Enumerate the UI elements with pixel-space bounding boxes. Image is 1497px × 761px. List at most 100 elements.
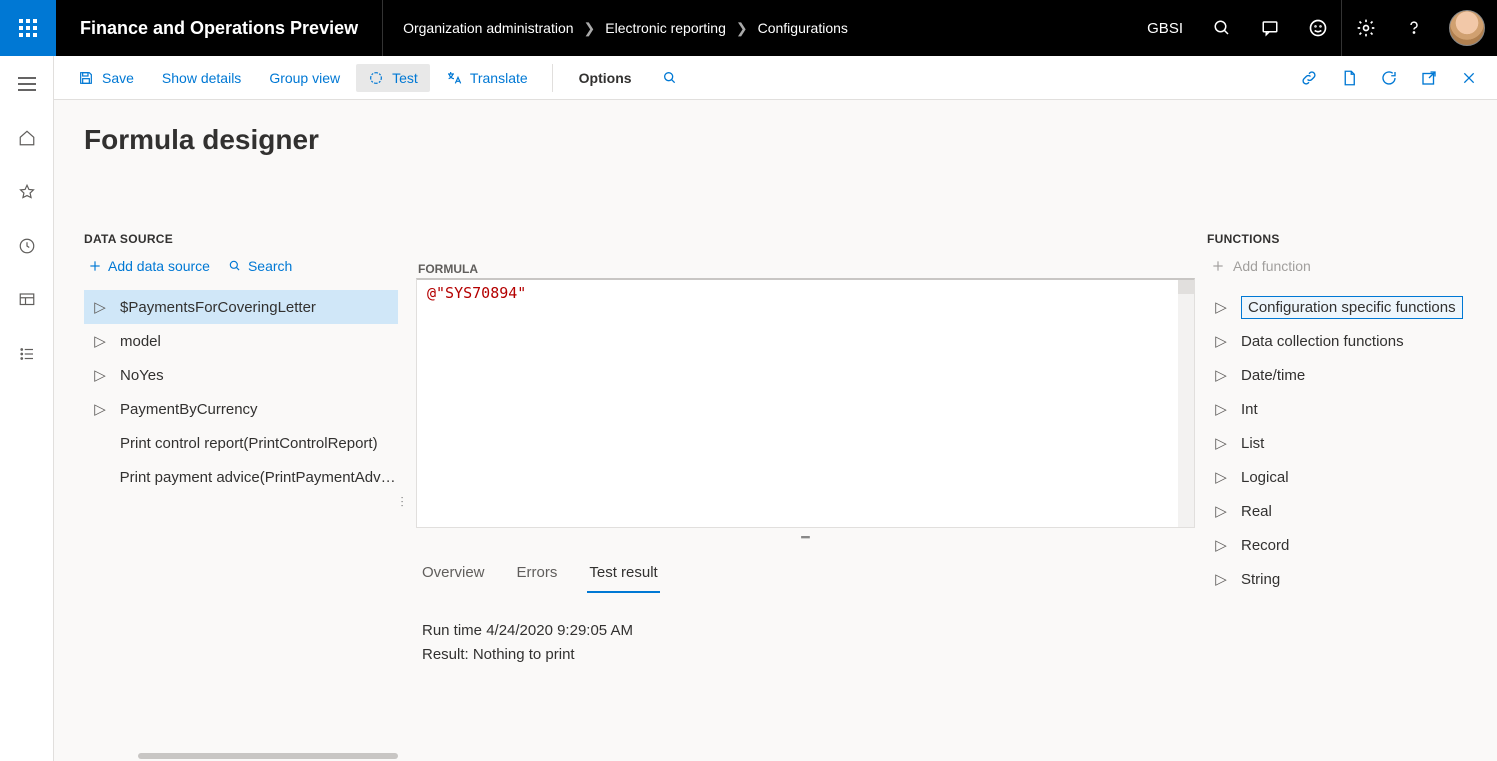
- top-navbar: Finance and Operations Preview Organizat…: [0, 0, 1497, 56]
- caret-right-icon[interactable]: ▷: [1213, 570, 1229, 588]
- options-button[interactable]: Options: [565, 64, 646, 92]
- scrollbar-thumb[interactable]: [138, 753, 398, 759]
- user-avatar[interactable]: [1449, 10, 1485, 46]
- waffle-launcher[interactable]: [0, 0, 56, 56]
- result-runtime: Run time 4/24/2020 9:29:05 AM: [422, 619, 1189, 643]
- rail-hamburger[interactable]: [11, 68, 43, 100]
- tree-item-label: Print payment advice(PrintPaymentAdvice): [120, 469, 398, 486]
- tree-item[interactable]: ▷ Print payment advice(PrintPaymentAdvic…: [84, 460, 398, 494]
- search-icon: [228, 259, 242, 273]
- toolbar-search-button[interactable]: [650, 64, 690, 92]
- search-datasource-button[interactable]: Search: [228, 258, 292, 274]
- messages-button[interactable]: [1245, 0, 1293, 56]
- function-category-label: Real: [1241, 503, 1272, 520]
- left-rail: [0, 56, 54, 761]
- formula-label: FORMULA: [418, 262, 1195, 276]
- rail-home[interactable]: [11, 122, 43, 154]
- tree-item[interactable]: ▷ $PaymentsForCoveringLetter: [84, 290, 398, 324]
- breadcrumb-item[interactable]: Electronic reporting: [605, 20, 726, 36]
- function-category[interactable]: ▷ Date/time: [1207, 358, 1479, 392]
- rail-workspaces[interactable]: [11, 284, 43, 316]
- refresh-dashed-icon: [368, 70, 384, 86]
- tree-item[interactable]: ▷ PaymentByCurrency: [84, 392, 398, 426]
- rail-modules[interactable]: [11, 338, 43, 370]
- tree-item[interactable]: ▷ Print control report(PrintControlRepor…: [84, 426, 398, 460]
- rail-recent[interactable]: [11, 230, 43, 262]
- app-title: Finance and Operations Preview: [56, 0, 383, 56]
- breadcrumb-item[interactable]: Organization administration: [403, 20, 573, 36]
- caret-right-icon[interactable]: ▷: [1213, 332, 1229, 350]
- feedback-button[interactable]: [1293, 0, 1341, 56]
- function-category[interactable]: ▷ Real: [1207, 494, 1479, 528]
- caret-right-icon[interactable]: ▷: [1213, 298, 1229, 316]
- tree-item-label: $PaymentsForCoveringLetter: [120, 299, 316, 316]
- help-button[interactable]: [1389, 0, 1437, 56]
- refresh-button[interactable]: [1373, 62, 1405, 94]
- caret-right-icon[interactable]: ▷: [1213, 502, 1229, 520]
- tab-overview[interactable]: Overview: [420, 558, 487, 593]
- rail-favorites[interactable]: [11, 176, 43, 208]
- caret-right-icon[interactable]: ▷: [92, 367, 108, 383]
- plus-icon: [1211, 259, 1225, 273]
- tree-item[interactable]: ▷ model: [84, 324, 398, 358]
- home-icon: [18, 129, 36, 147]
- gear-icon: [1356, 18, 1376, 38]
- settings-button[interactable]: [1341, 0, 1389, 56]
- vertical-splitter[interactable]: ⫶: [399, 492, 405, 512]
- test-result-area: Run time 4/24/2020 9:29:05 AM Result: No…: [416, 593, 1195, 693]
- horizontal-splitter[interactable]: ━: [416, 528, 1195, 546]
- datasource-tree: ▷ $PaymentsForCoveringLetter ▷ model ▷ N…: [84, 290, 398, 494]
- tab-test-result[interactable]: Test result: [587, 558, 659, 593]
- search-button[interactable]: [1197, 0, 1245, 56]
- action-bar: Save Show details Group view Test Transl…: [54, 56, 1497, 100]
- close-button[interactable]: [1453, 62, 1485, 94]
- test-button[interactable]: Test: [356, 64, 430, 92]
- chat-icon: [1261, 19, 1279, 37]
- hamburger-icon: [18, 77, 36, 91]
- options-label: Options: [579, 70, 632, 86]
- function-category[interactable]: ▷ Logical: [1207, 460, 1479, 494]
- function-category[interactable]: ▷ List: [1207, 426, 1479, 460]
- function-category[interactable]: ▷ String: [1207, 562, 1479, 596]
- attach-button[interactable]: [1293, 62, 1325, 94]
- tree-item[interactable]: ▷ NoYes: [84, 358, 398, 392]
- plus-icon: [88, 259, 102, 273]
- docs-button[interactable]: [1333, 62, 1365, 94]
- separator: [552, 64, 553, 92]
- add-datasource-button[interactable]: Add data source: [88, 258, 210, 274]
- show-details-button[interactable]: Show details: [150, 64, 253, 92]
- caret-right-icon[interactable]: ▷: [1213, 536, 1229, 554]
- company-code[interactable]: GBSI: [1133, 20, 1197, 37]
- caret-right-icon[interactable]: ▷: [1213, 468, 1229, 486]
- function-category[interactable]: ▷ Record: [1207, 528, 1479, 562]
- popout-button[interactable]: [1413, 62, 1445, 94]
- topbar-right: GBSI: [1133, 0, 1497, 56]
- caret-right-icon[interactable]: ▷: [1213, 400, 1229, 418]
- formula-scrollbar[interactable]: [1178, 280, 1194, 527]
- caret-right-icon[interactable]: ▷: [1213, 366, 1229, 384]
- function-category-label: Logical: [1241, 469, 1289, 486]
- breadcrumb: Organization administration ❯ Electronic…: [383, 20, 868, 37]
- result-value: Result: Nothing to print: [422, 643, 1189, 667]
- save-button[interactable]: Save: [66, 64, 146, 92]
- function-category-label: Configuration specific functions: [1241, 296, 1463, 319]
- caret-right-icon[interactable]: ▷: [1213, 434, 1229, 452]
- group-view-button[interactable]: Group view: [257, 64, 352, 92]
- function-category[interactable]: ▷ Int: [1207, 392, 1479, 426]
- test-label: Test: [392, 70, 418, 86]
- close-icon: [1461, 70, 1477, 86]
- functions-label: FUNCTIONS: [1207, 232, 1479, 246]
- breadcrumb-item[interactable]: Configurations: [758, 20, 848, 36]
- caret-right-icon[interactable]: ▷: [92, 299, 108, 315]
- horizontal-scrollbar[interactable]: [54, 751, 1497, 761]
- action-bar-right: [1293, 62, 1485, 94]
- tab-errors[interactable]: Errors: [515, 558, 560, 593]
- caret-right-icon[interactable]: ▷: [92, 333, 108, 349]
- formula-editor[interactable]: @"SYS70894": [416, 278, 1195, 528]
- translate-button[interactable]: Translate: [434, 64, 540, 92]
- caret-right-icon[interactable]: ▷: [92, 401, 108, 417]
- star-icon: [18, 183, 36, 201]
- function-category[interactable]: ▷ Configuration specific functions: [1207, 290, 1479, 324]
- function-category[interactable]: ▷ Data collection functions: [1207, 324, 1479, 358]
- tree-item-label: Print control report(PrintControlReport): [120, 435, 378, 452]
